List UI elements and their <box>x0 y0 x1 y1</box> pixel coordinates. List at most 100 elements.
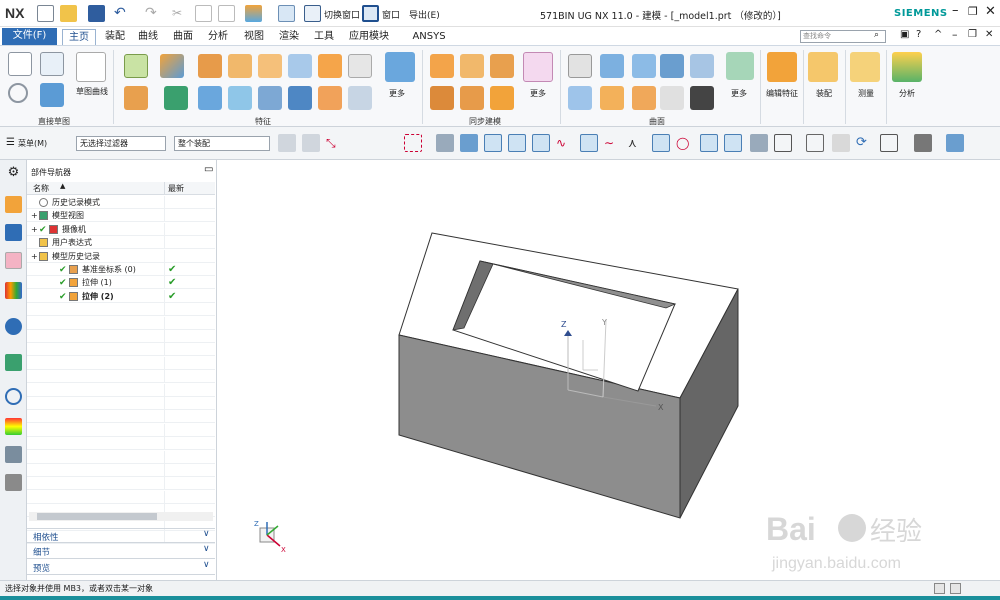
web-browser-icon[interactable] <box>5 354 22 371</box>
paste-icon[interactable] <box>218 5 235 22</box>
select-rect-icon[interactable] <box>404 134 422 152</box>
panel-preview[interactable]: 预览 ∨ <box>27 560 215 575</box>
studio-surface-icon[interactable] <box>632 54 656 78</box>
status-icon-2[interactable] <box>950 583 961 594</box>
min-doc-icon[interactable]: – <box>952 28 958 41</box>
tab-analysis[interactable]: 分析 <box>204 29 232 45</box>
undo-icon[interactable]: ↶ <box>114 5 131 22</box>
intersect-icon[interactable] <box>318 86 342 110</box>
fit-view-icon[interactable] <box>806 134 824 152</box>
tab-ansys[interactable]: ANSYS 19.0 <box>400 29 458 57</box>
menu-icon[interactable]: ☰ <box>6 137 15 148</box>
hole-icon[interactable] <box>288 54 312 78</box>
expand-icon[interactable]: + <box>31 209 38 222</box>
chamfer-icon[interactable] <box>198 86 222 110</box>
end-point-icon[interactable] <box>532 134 550 152</box>
assembly-label[interactable]: 装配 <box>816 88 832 99</box>
tree-row[interactable]: + 模型历史记录 <box>27 249 215 263</box>
tangent-icon[interactable]: ⋏ <box>628 134 646 152</box>
curve-icon[interactable]: ∿ <box>556 134 574 152</box>
close-doc-icon[interactable]: ✕ <box>985 29 993 40</box>
draft-icon[interactable] <box>228 86 252 110</box>
emboss-icon[interactable] <box>348 86 372 110</box>
pattern-icon[interactable] <box>318 54 342 78</box>
switch-window-icon[interactable] <box>304 5 321 22</box>
line-icon[interactable] <box>508 134 526 152</box>
window-icon[interactable] <box>362 5 379 22</box>
history-icon[interactable] <box>5 388 22 405</box>
checkbox-icon[interactable]: ✔ <box>39 224 47 237</box>
sketch-points-icon[interactable] <box>40 52 64 76</box>
navigator-maximize-icon[interactable]: ▭ <box>204 164 213 175</box>
mid-point-icon[interactable] <box>724 134 742 152</box>
status-icon-1[interactable] <box>934 583 945 594</box>
tab-tools[interactable]: 工具 <box>310 29 338 45</box>
rotate-icon[interactable]: ⟳ <box>856 134 874 152</box>
surface-swept-icon[interactable] <box>600 54 624 78</box>
grid-icon[interactable] <box>774 134 792 152</box>
roles-icon[interactable] <box>5 446 22 463</box>
replace-face-icon[interactable] <box>430 86 454 110</box>
view-icon[interactable] <box>436 134 454 152</box>
snap-point-icon[interactable] <box>484 134 502 152</box>
delete-face-icon[interactable] <box>460 86 484 110</box>
sketch-curve-label[interactable]: 草图曲线 <box>76 86 108 97</box>
tab-applications[interactable]: 应用模块 <box>344 29 394 45</box>
sync-more-icon[interactable] <box>523 52 553 82</box>
tab-surface[interactable]: 曲面 <box>169 29 197 45</box>
info-icon[interactable] <box>5 318 22 335</box>
assembly-navigator-icon[interactable] <box>5 196 22 213</box>
switch-window-button[interactable]: 切换窗口 <box>324 8 360 21</box>
surface-x-icon[interactable] <box>568 86 592 110</box>
extrude-icon[interactable] <box>160 54 184 78</box>
selection-filter[interactable]: 无选择过滤器 <box>76 136 166 151</box>
quadrant-icon[interactable]: ◯ <box>676 134 694 152</box>
selection-scope[interactable]: 整个装配 <box>174 136 270 151</box>
edit-feature-icon[interactable] <box>767 52 797 82</box>
cylinder-icon[interactable] <box>228 54 252 78</box>
tab-home[interactable]: 主页 <box>62 29 96 45</box>
export-menu[interactable]: 导出(E) <box>409 8 440 21</box>
tree-row[interactable]: ✔ 拉伸 (1) ✔ <box>27 276 215 290</box>
panel-dependencies[interactable]: 相依性 ∨ <box>27 528 215 543</box>
save-icon[interactable] <box>88 5 105 22</box>
control-point-icon[interactable] <box>580 134 598 152</box>
layout-icon[interactable]: ▣ <box>900 29 909 40</box>
block-icon[interactable] <box>198 54 222 78</box>
measure-icon[interactable] <box>850 52 880 82</box>
edge-blend-icon[interactable] <box>164 86 188 110</box>
close-button[interactable]: ✕ <box>985 4 996 19</box>
ruled-icon[interactable] <box>690 54 714 78</box>
touch-mode-icon[interactable] <box>278 5 295 22</box>
model-canvas[interactable]: Z Y X Z X Bai 经验 jingyan.baidu.com <box>218 160 1000 580</box>
copy-icon[interactable] <box>195 5 212 22</box>
trim-sheet-icon[interactable] <box>632 86 656 110</box>
analysis-label[interactable]: 分析 <box>899 88 915 99</box>
new-file-icon[interactable] <box>37 5 54 22</box>
render-style-icon[interactable] <box>914 134 932 152</box>
expand-icon[interactable]: + <box>31 250 38 263</box>
trim-body-icon[interactable] <box>258 86 282 110</box>
restore-button[interactable]: ❐ <box>968 5 978 18</box>
open-folder-icon[interactable] <box>60 5 77 22</box>
minimize-button[interactable]: – <box>952 3 959 18</box>
tab-view[interactable]: 视图 <box>240 29 268 45</box>
palette-icon[interactable] <box>5 418 22 435</box>
tree-row[interactable]: ✔ 拉伸 (2) ✔ <box>27 289 215 303</box>
restore-doc-icon[interactable]: ❐ <box>968 29 977 40</box>
select-arrow-icon[interactable]: ⤡ <box>326 134 344 152</box>
col-name-header[interactable]: 名称 <box>33 183 49 194</box>
edit-feature-label[interactable]: 编辑特征 <box>766 88 798 99</box>
through-curves-icon[interactable] <box>568 54 592 78</box>
sew-icon[interactable] <box>690 86 714 110</box>
arc-center-icon[interactable] <box>652 134 670 152</box>
features-more[interactable]: 更多 <box>389 88 405 99</box>
analysis-icon[interactable] <box>892 52 922 82</box>
tree-row[interactable]: 用户表达式 <box>27 236 215 250</box>
surface-mesh-icon[interactable] <box>660 54 684 78</box>
resize-blend-icon[interactable] <box>490 86 514 110</box>
tree-row[interactable]: 历史记录模式 <box>27 196 215 209</box>
move-face-icon[interactable] <box>430 54 454 78</box>
surface-more-icon[interactable] <box>726 52 754 80</box>
tab-assembly[interactable]: 装配 <box>101 29 129 45</box>
